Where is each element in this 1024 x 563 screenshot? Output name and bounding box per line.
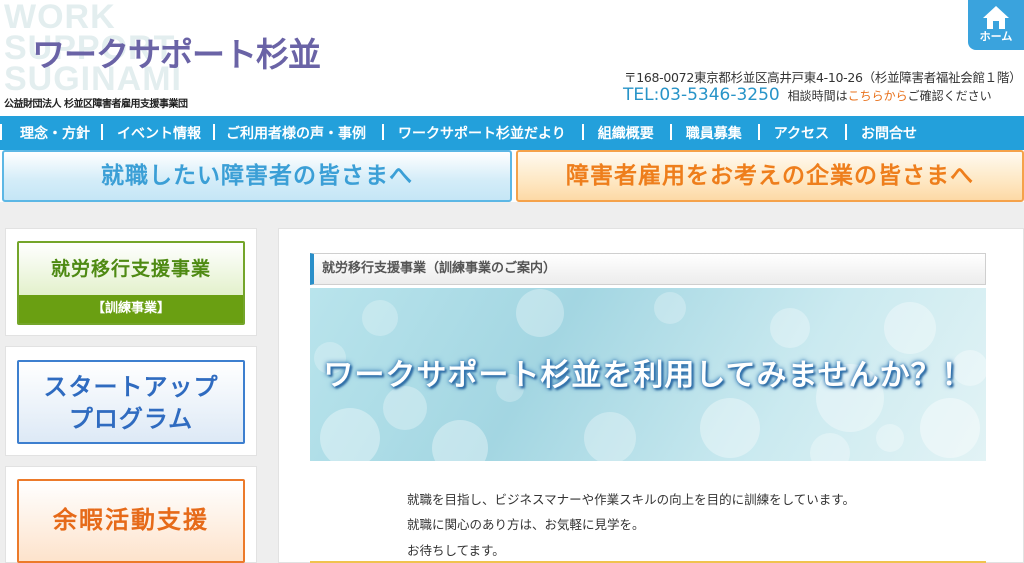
hours-prefix: 相談時間は [787, 89, 848, 103]
nav-item-organization[interactable]: 組織概要 [581, 123, 670, 143]
sidebar-panel: スタートアップ プログラム [5, 346, 257, 456]
global-nav: 理念・方針 イベント情報 ご利用者様の声・事例 ワークサポート杉並だより 組織概… [0, 116, 1024, 150]
transition-support-button[interactable]: 就労移行支援事業 【訓練事業】 [17, 241, 245, 325]
nav-item-newsletter[interactable]: ワークサポート杉並だより [382, 123, 582, 143]
startup-line1: スタートアップ [43, 373, 219, 401]
nav-item-testimonials[interactable]: ご利用者様の声・事例 [213, 123, 382, 143]
transition-support-sub: 【訓練事業】 [19, 295, 243, 323]
leisure-activity-button[interactable]: 余暇活動支援 [17, 479, 245, 563]
employers-banner[interactable]: 障害者雇用をお考えの企業の皆さまへ [516, 150, 1024, 202]
address-text: 〒168-0072東京都杉並区高井戸東4-10-26（杉並障害者福祉会館１階） [624, 70, 1022, 85]
sidebar-panel: 就労移行支援事業 【訓練事業】 [5, 228, 257, 336]
main-content: 就労移行支援事業（訓練事業のご案内） ワークサポート杉並を利用してみませんか？！… [278, 228, 1024, 563]
transition-support-title: 就労移行支援事業 [19, 243, 243, 295]
house-icon [983, 6, 1009, 29]
home-button[interactable]: ホーム [968, 0, 1024, 50]
site-title-logo[interactable]: ワークサポート杉並 [32, 28, 321, 76]
description-line: 就職に関心のあり方は、お気軽に見学を。 [407, 517, 645, 532]
startup-program-button[interactable]: スタートアップ プログラム [17, 360, 245, 444]
telephone-number: TEL:03-5346-3250 [623, 85, 780, 105]
description-line: 就職を目指し、ビジネスマナーや作業スキルの向上を目的に訓練をしています。 [407, 492, 856, 507]
contact-line: TEL:03-5346-3250 相談時間はこちらからご確認ください [623, 85, 992, 105]
site-header: WORK SUPPORT SUGINAMI ワークサポート杉並 公益財団法人 杉… [0, 0, 1024, 116]
sidebar-panel: 余暇活動支援 [5, 466, 257, 563]
section-heading: 就労移行支援事業（訓練事業のご案内） [310, 253, 986, 285]
description-line: お待ちしてます。 [407, 543, 505, 558]
nav-item-recruitment[interactable]: 職員募集 [669, 123, 758, 143]
hours-link[interactable]: こちらから [848, 89, 908, 103]
nav-item-contact[interactable]: お問合せ [845, 123, 928, 143]
nav-item-events[interactable]: イベント情報 [101, 123, 213, 143]
home-label: ホーム [979, 30, 1013, 43]
organization-name: 公益財団法人 杉並区障害者雇用支援事業団 [4, 99, 188, 110]
hero-headline: ワークサポート杉並を利用してみませんか？！ [323, 358, 973, 393]
hero-banner: ワークサポート杉並を利用してみませんか？！ [310, 288, 986, 461]
nav-item-access[interactable]: アクセス [757, 123, 845, 143]
hours-suffix: ご確認ください [907, 89, 992, 103]
job-seekers-banner[interactable]: 就職したい障害者の皆さまへ [2, 150, 512, 202]
startup-line2: プログラム [68, 405, 194, 433]
nav-item-philosophy[interactable]: 理念・方針 [0, 123, 101, 143]
